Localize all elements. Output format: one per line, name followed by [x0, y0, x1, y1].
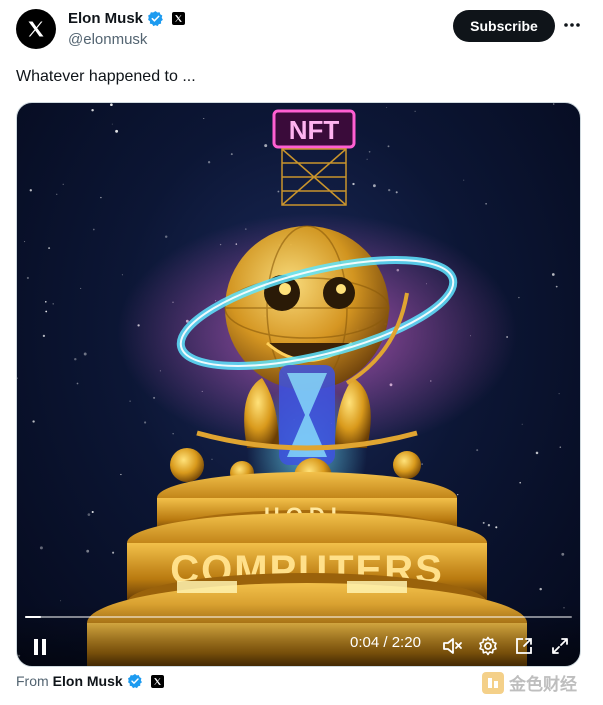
nft-sign-text: NFT: [289, 115, 340, 145]
x-affiliation-icon[interactable]: [150, 674, 164, 688]
author-handle[interactable]: @elonmusk: [68, 31, 147, 48]
author-name-row: Elon Musk: [68, 10, 186, 27]
from-attribution: From Elon Musk: [16, 673, 164, 689]
tweet-text: Whatever happened to ...: [16, 68, 196, 85]
verified-badge-icon[interactable]: [147, 10, 164, 27]
verified-badge-icon[interactable]: [127, 673, 143, 689]
pause-icon[interactable]: [29, 636, 51, 658]
current-time: 0:04: [350, 634, 380, 651]
x-logo-icon: [28, 21, 44, 37]
avatar[interactable]: [16, 9, 56, 49]
watermark-text: 金色财经: [509, 675, 577, 694]
progress-bar[interactable]: [25, 616, 572, 618]
x-affiliation-icon[interactable]: [172, 12, 186, 25]
video-controls: 0:04 / 2:20: [17, 604, 580, 666]
mute-icon[interactable]: [441, 635, 463, 657]
fullscreen-icon[interactable]: [549, 635, 571, 657]
duration: 2:20: [391, 634, 421, 651]
from-label: From: [16, 673, 49, 689]
settings-gear-icon[interactable]: [477, 635, 499, 657]
watermark-logo-icon: [482, 671, 504, 694]
author-name[interactable]: Elon Musk: [68, 10, 143, 27]
more-dots-icon[interactable]: [562, 15, 582, 35]
watermark: 金色财经: [482, 670, 577, 695]
subscribe-button[interactable]: Subscribe: [453, 10, 555, 42]
video-player[interactable]: NFT COMPUTERS 0:04 / 2:20: [16, 102, 581, 667]
time-display: 0:04 / 2:20: [350, 634, 421, 651]
video-frame: NFT COMPUTERS: [87, 109, 527, 666]
from-author-name[interactable]: Elon Musk: [53, 673, 123, 689]
progress-fill: [25, 616, 42, 618]
pip-icon[interactable]: [513, 635, 535, 657]
time-separator: /: [383, 634, 388, 651]
